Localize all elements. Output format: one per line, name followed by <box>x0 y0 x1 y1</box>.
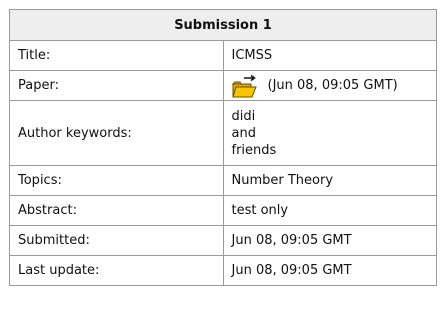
row-label: Title: <box>9 40 224 71</box>
table-row-topics: Topics: Number Theory <box>9 165 437 196</box>
last-update-value: Jun 08, 09:05 GMT <box>222 255 437 286</box>
row-label: Submitted: <box>9 225 224 256</box>
row-label: Paper: <box>9 70 224 101</box>
table-row-submitted: Submitted: Jun 08, 09:05 GMT <box>9 225 437 256</box>
table-header: Submission 1 <box>9 9 437 41</box>
paper-timestamp: (Jun 08, 09:05 GMT) <box>267 78 398 93</box>
table-row-title: Title: ICMSS <box>9 40 437 71</box>
table-row-last-update: Last update: Jun 08, 09:05 GMT <box>9 255 437 286</box>
table-row-keywords: Author keywords: didi and friends <box>9 100 437 166</box>
row-label: Last update: <box>9 255 224 286</box>
row-label: Abstract: <box>9 195 224 226</box>
paper-cell: (Jun 08, 09:05 GMT) <box>222 70 437 101</box>
row-label: Topics: <box>9 165 224 196</box>
topics-value: Number Theory <box>222 165 437 196</box>
keyword-line: friends <box>231 142 277 158</box>
submitted-value: Jun 08, 09:05 GMT <box>222 225 437 256</box>
keyword-line: didi <box>231 108 256 124</box>
table-row-abstract: Abstract: test only <box>9 195 437 226</box>
table-row-paper: Paper: (Jun 08, 09:05 GMT) <box>9 70 437 101</box>
title-value: ICMSS <box>222 40 437 71</box>
submission-table: Submission 1 Title: ICMSS Paper: (Jun 08… <box>9 9 437 286</box>
keyword-line: and <box>231 125 256 141</box>
keywords-value: didi and friends <box>222 100 437 166</box>
abstract-value: test only <box>222 195 437 226</box>
row-label: Author keywords: <box>9 100 224 166</box>
folder-icon[interactable] <box>231 74 258 99</box>
